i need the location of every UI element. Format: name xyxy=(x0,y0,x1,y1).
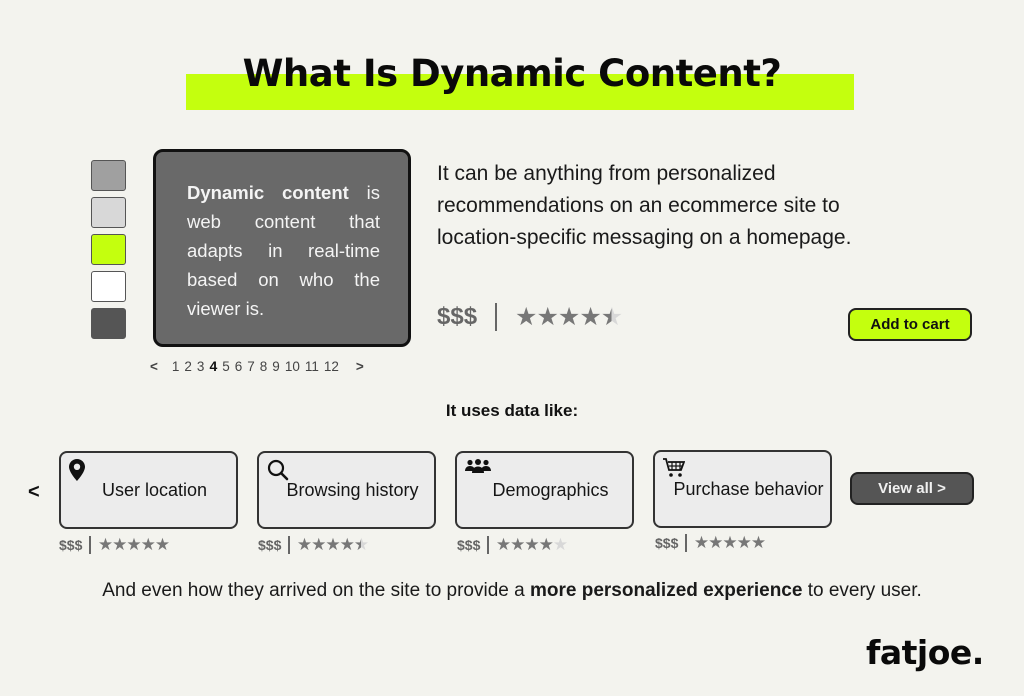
price-indicator: $$$ xyxy=(258,537,282,553)
swatch-dark-gray[interactable] xyxy=(91,308,126,339)
page-title: What Is Dynamic Content? xyxy=(242,52,782,95)
star-icon: ★ xyxy=(538,535,554,554)
pager-page-3[interactable]: 3 xyxy=(197,359,205,374)
pager-next-button[interactable]: > xyxy=(356,359,364,374)
view-all-button[interactable]: View all > xyxy=(850,472,974,505)
description-text: It can be anything from personalized rec… xyxy=(437,162,852,249)
pager-page-10[interactable]: 10 xyxy=(285,359,300,374)
data-card-user-location[interactable]: User location xyxy=(59,451,238,529)
data-card-label: User location xyxy=(101,479,208,500)
swatch-white[interactable] xyxy=(91,271,126,302)
divider xyxy=(288,536,290,554)
star-rating: ★ ★ ★ ★ ★ xyxy=(97,535,170,555)
star-icon: ★ xyxy=(126,535,141,554)
pagination: < 1 2 3 4 5 6 7 8 9 10 11 12 > xyxy=(150,358,369,374)
pager-page-4[interactable]: 4 xyxy=(209,358,217,374)
star-icon: ★ xyxy=(311,535,326,554)
pager-page-1[interactable]: 1 xyxy=(172,359,180,374)
star-icon: ★ xyxy=(495,535,511,554)
footer-text-end: to every user. xyxy=(802,580,922,601)
section-label: It uses data like: xyxy=(445,401,579,420)
divider xyxy=(487,536,489,554)
star-icon: ★ xyxy=(722,533,737,552)
star-icon: ★ xyxy=(552,535,568,554)
star-icon: ★ xyxy=(97,535,113,554)
footer-text-emphasis: more personalized experience xyxy=(529,580,803,601)
star-icon: ★ xyxy=(353,535,369,554)
data-card-demographics[interactable]: Demographics xyxy=(455,451,634,529)
star-icon: ★ xyxy=(693,533,709,552)
star-rating: ★ ★ ★ ★ ★ xyxy=(515,302,623,332)
card-price-rating: $$$ ★ ★ ★ ★ ★ xyxy=(59,535,170,555)
fatjoe-logo: fatjoe. xyxy=(866,633,984,672)
star-icon: ★ xyxy=(154,535,170,554)
footer-text: And even how they arrived on the site to… xyxy=(0,580,1024,602)
star-icon: ★ xyxy=(325,535,340,554)
star-icon: ★ xyxy=(339,535,355,554)
pager-page-8[interactable]: 8 xyxy=(260,359,268,374)
star-icon: ★ xyxy=(112,535,127,554)
pager-prev-button[interactable]: < xyxy=(150,359,158,374)
carousel-prev-button[interactable]: < xyxy=(28,481,40,504)
star-icon: ★ xyxy=(736,533,752,552)
star-icon: ★ xyxy=(708,533,723,552)
divider xyxy=(495,303,498,331)
divider xyxy=(89,536,91,554)
pager-page-2[interactable]: 2 xyxy=(184,359,192,374)
swatch-gray[interactable] xyxy=(91,160,126,191)
definition-text: Dynamic content is web content that adap… xyxy=(187,178,380,323)
divider xyxy=(685,534,687,552)
star-icon: ★ xyxy=(579,303,601,331)
star-rating: ★ ★ ★ ★ ★ xyxy=(495,535,568,555)
pager-page-12[interactable]: 12 xyxy=(324,359,339,374)
swatch-light-gray[interactable] xyxy=(91,197,126,228)
footer-text-start: And even how they arrived on the site to… xyxy=(102,580,530,601)
card-price-rating: $$$ ★ ★ ★ ★ ★ xyxy=(258,535,369,555)
card-price-rating: $$$ ★ ★ ★ ★ ★ xyxy=(655,533,766,553)
star-icon: ★ xyxy=(515,303,537,331)
star-icon: ★ xyxy=(536,303,558,331)
data-card-label: Purchase behavior xyxy=(673,478,824,499)
data-card-purchase-behavior[interactable]: Purchase behavior xyxy=(653,450,832,528)
swatch-lime[interactable] xyxy=(91,234,126,265)
star-icon: ★ xyxy=(557,303,580,331)
star-icon: ★ xyxy=(600,303,623,331)
star-rating: ★ ★ ★ ★ ★ xyxy=(296,535,369,555)
star-icon: ★ xyxy=(510,535,525,554)
definition-term: Dynamic content xyxy=(187,182,349,203)
star-icon: ★ xyxy=(750,533,766,552)
price-indicator: $$$ xyxy=(437,303,478,330)
star-icon: ★ xyxy=(296,535,312,554)
price-indicator: $$$ xyxy=(59,537,83,553)
star-rating: ★ ★ ★ ★ ★ xyxy=(693,533,766,553)
pager-page-11[interactable]: 11 xyxy=(305,359,319,374)
data-card-browsing-history[interactable]: Browsing history xyxy=(257,451,436,529)
data-card-label: Demographics xyxy=(492,479,609,500)
pager-page-7[interactable]: 7 xyxy=(247,359,255,374)
add-to-cart-button[interactable]: Add to cart xyxy=(848,308,972,341)
definition-card: Dynamic content is web content that adap… xyxy=(153,149,411,347)
pager-page-6[interactable]: 6 xyxy=(235,359,243,374)
price-indicator: $$$ xyxy=(457,537,481,553)
star-icon: ★ xyxy=(524,535,539,554)
pager-page-5[interactable]: 5 xyxy=(222,359,230,374)
price-indicator: $$$ xyxy=(655,535,679,551)
data-card-label: Browsing history xyxy=(286,479,419,500)
pager-page-9[interactable]: 9 xyxy=(272,359,280,374)
card-price-rating: $$$ ★ ★ ★ ★ ★ xyxy=(457,535,568,555)
main-price-rating: $$$ ★ ★ ★ ★ ★ xyxy=(437,302,623,332)
star-icon: ★ xyxy=(140,535,156,554)
